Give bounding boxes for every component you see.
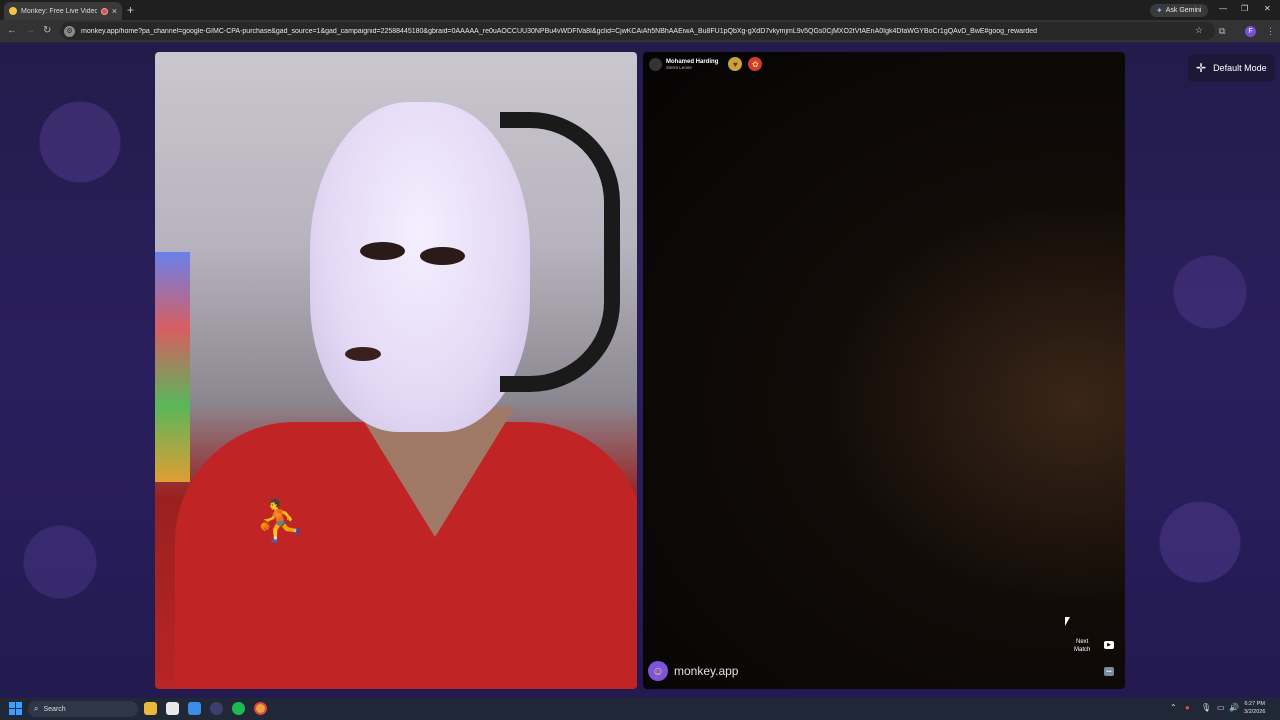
url-text[interactable]: monkey.app/home?pa_channel=google-GIMC-C…: [81, 28, 1161, 35]
next-match-label-2: Match: [1074, 647, 1091, 653]
clock-time: 6:27 PM: [1244, 701, 1265, 707]
close-window-icon[interactable]: ✕: [1264, 4, 1271, 13]
browser-tab-bar: Monkey: Free Live Video Ch... × + ✦ Ask …: [0, 0, 1280, 20]
back-icon[interactable]: ←: [7, 25, 17, 36]
volume-icon[interactable]: 🔊: [1229, 703, 1239, 712]
monkey-brand: ☺ monkey.app: [648, 661, 738, 681]
stranger-info[interactable]: Mohamed Harding Sierra Leone ♥ ✿: [649, 57, 763, 71]
tray-chevron-icon[interactable]: ⌃: [1170, 703, 1177, 712]
mode-label: Default Mode: [1213, 63, 1267, 73]
chat-icon[interactable]: •••: [1104, 667, 1114, 676]
reload-icon[interactable]: ↻: [43, 25, 51, 36]
default-mode-button[interactable]: ✛ Default Mode: [1188, 54, 1275, 82]
led-lights: [155, 252, 190, 482]
network-icon[interactable]: ▭: [1217, 703, 1225, 712]
mask-eye-left: [360, 242, 405, 260]
gift-badge-icon[interactable]: ✿: [748, 57, 763, 71]
spotify-icon[interactable]: [232, 702, 245, 715]
gemini-spark-icon: ✦: [1156, 6, 1163, 15]
ask-gemini-button[interactable]: ✦ Ask Gemini: [1150, 4, 1208, 17]
monkey-logo-icon: ☺: [648, 661, 668, 681]
clock-date: 3/2/2026: [1244, 709, 1266, 715]
microphone-icon[interactable]: 🎙: [1201, 703, 1211, 712]
tab-title: Monkey: Free Live Video Ch...: [21, 7, 97, 15]
site-info-icon[interactable]: ⚙: [64, 25, 75, 37]
stranger-video-feed: Mohamed Harding Sierra Leone ♥ ✿ ☺ monke…: [643, 52, 1125, 689]
stranger-avatar: [649, 57, 662, 71]
next-match-label-1: Next: [1076, 639, 1089, 645]
mouse-cursor-icon: [1065, 617, 1070, 626]
mask-eye-right: [420, 247, 465, 265]
led-face-mask: [310, 102, 530, 432]
recording-indicator-icon: [100, 7, 108, 15]
monkey-page: ⛹ Mohamed Harding Sierra Leone ♥ ✿ ☺ mon…: [0, 42, 1280, 698]
forward-icon[interactable]: →: [25, 25, 35, 36]
profile-avatar[interactable]: F: [1245, 26, 1256, 37]
tab-close-icon[interactable]: ×: [112, 6, 117, 16]
restore-icon[interactable]: ❐: [1241, 4, 1248, 13]
headset: [500, 112, 620, 392]
windows-taskbar: ⌕ Search ⌃ ● 🎙 ▭ 🔊 6:27 PM 3/2/2026: [0, 698, 1280, 720]
next-match-icon[interactable]: ▶: [1104, 641, 1114, 649]
crosshair-icon: ✛: [1196, 61, 1207, 75]
taskbar-search[interactable]: ⌕ Search: [28, 701, 138, 717]
taskbar-search-label: Search: [43, 705, 66, 713]
mask-mouth: [345, 347, 381, 361]
menu-kebab-icon[interactable]: ⋮: [1266, 26, 1275, 37]
brand-name: monkey.app: [674, 664, 739, 678]
taskbar-clock[interactable]: 6:27 PM 3/2/2026: [1244, 700, 1265, 716]
browser-tab[interactable]: Monkey: Free Live Video Ch... ×: [4, 2, 122, 20]
self-video-feed: ⛹: [155, 52, 637, 689]
obs-icon[interactable]: [210, 702, 223, 715]
store-icon[interactable]: [166, 702, 179, 715]
tray-app-icon[interactable]: ●: [1185, 703, 1190, 712]
extensions-icon[interactable]: ⧉: [1219, 26, 1225, 37]
jumpman-logo-icon: ⛹: [255, 499, 305, 543]
file-explorer-icon[interactable]: [144, 702, 157, 715]
stranger-country: Sierra Leone: [666, 64, 692, 70]
browser-toolbar: ← → ↻ ⚙ monkey.app/home?pa_channel=googl…: [0, 20, 1280, 42]
bookmark-star-icon[interactable]: ☆: [1195, 25, 1203, 36]
minimize-icon[interactable]: —: [1219, 4, 1227, 13]
address-bar[interactable]: ⚙ monkey.app/home?pa_channel=google-GIMC…: [60, 22, 1215, 40]
windows-start-icon[interactable]: [9, 702, 22, 715]
search-icon: ⌕: [34, 704, 39, 713]
new-tab-button[interactable]: +: [127, 3, 134, 17]
heart-badge-icon[interactable]: ♥: [728, 57, 743, 71]
monkey-favicon-icon: [9, 7, 17, 15]
app-icon[interactable]: [188, 702, 201, 715]
chrome-icon[interactable]: [254, 702, 267, 715]
ask-gemini-label: Ask Gemini: [1165, 7, 1202, 14]
next-match-button[interactable]: Next Match: [1074, 638, 1090, 654]
